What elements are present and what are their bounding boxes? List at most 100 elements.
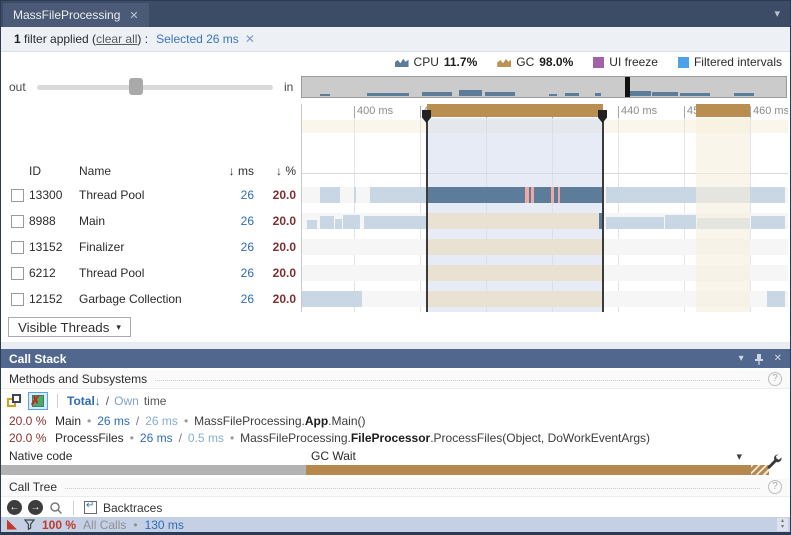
- legend-item-filtered-intervals: Filtered intervals: [678, 55, 782, 69]
- methods-section-header[interactable]: Methods and Subsystems ?: [1, 370, 790, 389]
- method-row-part: •: [230, 431, 234, 445]
- methods-title: Methods and Subsystems: [9, 372, 147, 386]
- method-row-part: 26 ms: [140, 431, 173, 445]
- ruler-tick-label: 440 ms: [621, 105, 657, 117]
- thread-activity-bar: [320, 216, 334, 229]
- dotted-leader: [65, 488, 760, 489]
- col-ms[interactable]: ↓ ms: [214, 164, 254, 178]
- call-tree-section-header[interactable]: Call Tree ?: [1, 478, 790, 497]
- thread-selected-activity: [427, 187, 603, 203]
- legend-label: UI freeze: [609, 55, 658, 69]
- thread-activity-bar: [364, 216, 427, 229]
- thread-row[interactable]: 6212Thread Pool2620.0: [1, 262, 301, 288]
- visible-threads-button[interactable]: Visible Threads ▾: [8, 317, 131, 337]
- col-pct[interactable]: ↓ %: [254, 164, 296, 178]
- method-row-part: •: [184, 414, 188, 428]
- tab-close-icon[interactable]: ✕: [129, 9, 138, 22]
- methods-toolbar: ✗ Total↓ / Own time: [1, 391, 790, 411]
- back-icon[interactable]: ←: [7, 500, 22, 515]
- method-row-part: •: [87, 414, 91, 428]
- thread-selected-activity: [427, 213, 603, 229]
- thread-checkbox[interactable]: [11, 215, 24, 228]
- col-name[interactable]: Name: [79, 164, 111, 178]
- method-signature: MassFileProcessing.App.Main(): [194, 414, 365, 428]
- timeline-chart[interactable]: 400 ms410 ms420 ms430 ms440 ms450 ms460 …: [301, 104, 788, 312]
- thread-name: Thread Pool: [79, 188, 144, 202]
- toolbar-separator: [73, 501, 74, 515]
- swap-view-icon[interactable]: [7, 394, 23, 409]
- sort-total-button[interactable]: Total↓: [67, 394, 101, 408]
- filter-remove-icon[interactable]: ✕: [245, 32, 255, 46]
- zoom-slider-handle[interactable]: [129, 78, 143, 95]
- cpu-overview-bump: [565, 93, 579, 96]
- gc-highlight-zone: [696, 118, 750, 312]
- thread-pct-value: 20.0: [254, 188, 296, 202]
- call-tree-selected-row[interactable]: 100 % All Calls • 130 ms: [1, 517, 790, 532]
- legend-item-gc: GC98.0%: [497, 55, 573, 69]
- settings-wrench-icon[interactable]: [766, 453, 782, 469]
- method-row[interactable]: 20.0 %Main•26 ms/26 ms•MassFileProcessin…: [1, 412, 790, 429]
- close-icon[interactable]: ✕: [774, 353, 782, 364]
- help-icon[interactable]: ?: [768, 480, 782, 494]
- cpu-overview-bump: [485, 92, 515, 96]
- method-row[interactable]: 20.0 %ProcessFiles•26 ms/0.5 ms•MassFile…: [1, 429, 790, 446]
- method-row-part: /: [179, 431, 182, 445]
- thread-row[interactable]: 13152Finalizer2620.0: [1, 236, 301, 262]
- sort-own-button[interactable]: Own: [114, 394, 139, 408]
- export-excel-icon[interactable]: ✗: [28, 392, 48, 410]
- state-dropdown-icon[interactable]: ▾: [736, 450, 742, 463]
- tab-list-dropdown-icon[interactable]: ▾: [774, 7, 780, 20]
- thread-row[interactable]: 8988Main2620.0: [1, 210, 301, 236]
- selection-right-border[interactable]: [602, 111, 604, 312]
- thread-checkbox[interactable]: [11, 189, 24, 202]
- thread-row[interactable]: 13300Thread Pool2620.0: [1, 184, 301, 210]
- thread-row[interactable]: 12152Garbage Collection2620.0: [1, 288, 301, 314]
- method-row-part: •: [130, 431, 134, 445]
- method-row-part: 26 ms: [145, 414, 178, 428]
- method-row-part: Main: [55, 414, 81, 428]
- help-icon[interactable]: ?: [768, 372, 782, 386]
- ui-freeze-stripe: [525, 187, 529, 203]
- overview-selection-marker[interactable]: [625, 77, 630, 97]
- tab-massfileprocessing[interactable]: MassFileProcessing ✕: [3, 3, 149, 27]
- ruler-tick-label: 400 ms: [357, 105, 393, 117]
- method-row-part: 20.0 %: [9, 431, 49, 445]
- thread-checkbox[interactable]: [11, 293, 24, 306]
- timeline-overview-strip[interactable]: [301, 76, 787, 98]
- thread-activity-bar: [343, 215, 360, 229]
- forward-icon[interactable]: →: [28, 500, 43, 515]
- zoom-slider-track[interactable]: [37, 85, 273, 90]
- ruler-tick: [618, 106, 619, 118]
- thread-activity-bar: [665, 215, 696, 229]
- search-icon[interactable]: [49, 501, 63, 515]
- filter-applied-text: filter applied (: [21, 32, 96, 46]
- call-stack-panel-header[interactable]: Call Stack ▾ ✕: [1, 349, 790, 368]
- thread-id: 13300: [29, 188, 62, 202]
- thread-selected-activity: [427, 265, 603, 281]
- method-row-part: 26 ms: [97, 414, 130, 428]
- pin-icon[interactable]: [754, 353, 764, 365]
- hot-path-triangle-icon: [7, 520, 17, 530]
- panel-menu-icon[interactable]: ▾: [739, 353, 744, 364]
- row-spinner-control[interactable]: ▴▾: [777, 518, 788, 531]
- thread-checkbox[interactable]: [11, 241, 24, 254]
- thread-checkbox[interactable]: [11, 267, 24, 280]
- call-stack-title: Call Stack: [9, 352, 66, 366]
- col-id[interactable]: ID: [29, 164, 41, 178]
- call-tree-toolbar: ← → Backtraces: [1, 498, 790, 517]
- thread-pct-value: 20.0: [254, 240, 296, 254]
- native-code-segment: [1, 465, 306, 475]
- filter-bar: 1 filter applied (clear all) : Selected …: [1, 27, 790, 52]
- selection-left-border[interactable]: [426, 111, 428, 312]
- gc-legend-icon: [497, 57, 511, 67]
- filter-funnel-icon: [24, 519, 35, 530]
- thread-state-bar[interactable]: [1, 465, 784, 475]
- backtraces-button[interactable]: Backtraces: [103, 501, 162, 515]
- thread-activity-bar: [302, 291, 362, 307]
- cpu-overview-bump: [320, 94, 330, 96]
- clear-all-link[interactable]: clear all: [96, 32, 137, 46]
- tab-bar: MassFileProcessing ✕ ▾: [1, 1, 790, 27]
- ui-freeze-stripe: [551, 187, 554, 203]
- horizontal-splitter[interactable]: [1, 342, 790, 349]
- ui-freeze-stripe: [558, 187, 560, 203]
